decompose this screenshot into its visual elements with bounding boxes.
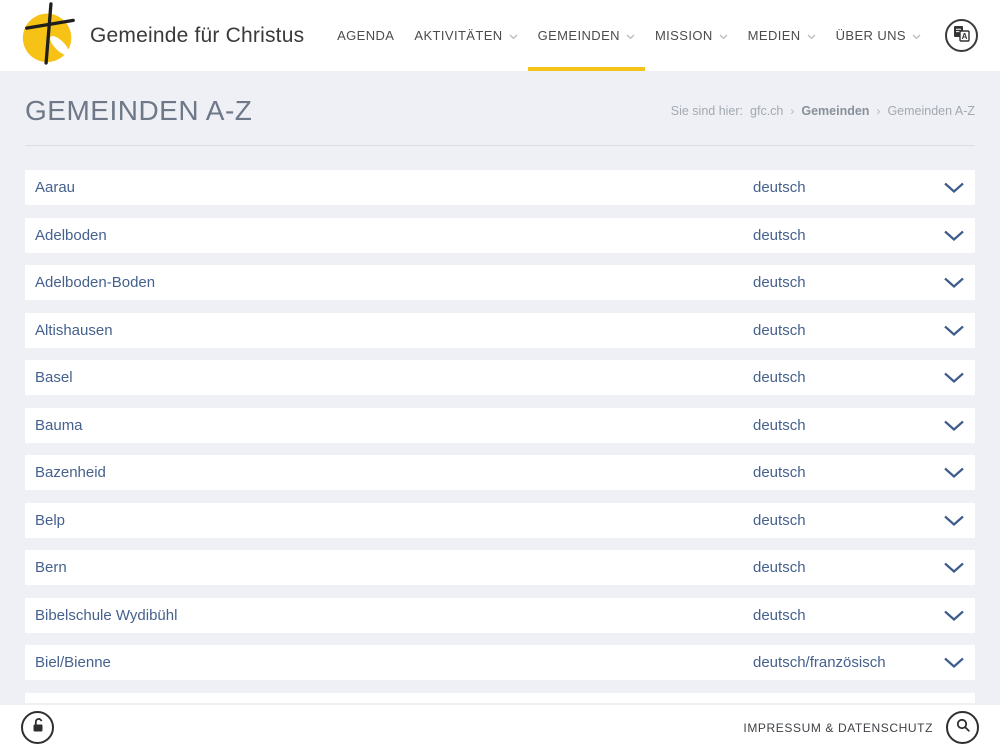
nav-item-label: ÜBER UNS [836, 28, 906, 43]
breadcrumb-link-gemeinden[interactable]: Gemeinden [801, 104, 869, 118]
gemeinde-name: Altishausen [35, 322, 113, 339]
impressum-link[interactable]: IMPRESSUM & DATENSCHUTZ [743, 721, 933, 735]
list-item[interactable]: Altishausen deutsch [25, 313, 975, 348]
gemeinden-list: Aarau deutsch Adelboden deutsch Adelbode… [25, 170, 975, 703]
nav-item-label: MISSION [655, 28, 713, 43]
chevron-down-icon [944, 420, 964, 431]
nav-item-gemeinden[interactable]: GEMEINDEN [528, 0, 645, 71]
nav-item-mission[interactable]: MISSION [645, 0, 738, 71]
gemeinde-language: deutsch [753, 322, 806, 339]
svg-text:A: A [962, 32, 968, 41]
list-item[interactable]: Bibelschule Wydibühl deutsch [25, 598, 975, 633]
chevron-down-icon [626, 34, 635, 40]
breadcrumb-separator: › [876, 104, 880, 118]
nav-item-ueber-uns[interactable]: ÜBER UNS [826, 0, 931, 71]
list-item-partial[interactable] [25, 693, 975, 703]
main-nav: AGENDA AKTIVITÄTEN GEMEINDEN MISSION MED… [327, 0, 978, 71]
gemeinde-name: Bibelschule Wydibühl [35, 607, 177, 624]
gemeinde-name: Bazenheid [35, 464, 106, 481]
gemeinde-language: deutsch [753, 464, 806, 481]
list-item[interactable]: Biel/Bienne deutsch/französisch [25, 645, 975, 680]
gemeinde-language: deutsch [753, 512, 806, 529]
chevron-down-icon [944, 277, 964, 288]
breadcrumb-prefix: Sie sind hier: [671, 104, 743, 118]
list-item[interactable]: Adelboden deutsch [25, 218, 975, 253]
nav-item-agenda[interactable]: AGENDA [327, 0, 404, 71]
gemeinde-language: deutsch [753, 369, 806, 386]
nav-item-medien[interactable]: MEDIEN [738, 0, 826, 71]
gemeinde-name: Bauma [35, 417, 83, 434]
breadcrumb-link-home[interactable]: gfc.ch [750, 104, 783, 118]
gemeinde-language: deutsch [753, 274, 806, 291]
nav-item-label: AKTIVITÄTEN [414, 28, 502, 43]
list-item[interactable]: Bauma deutsch [25, 408, 975, 443]
gemeinde-name: Adelboden [35, 227, 107, 244]
gemeinde-language: deutsch [753, 179, 806, 196]
brand-logo-icon [18, 1, 80, 70]
chevron-down-icon [719, 34, 728, 40]
brand-title: Gemeinde für Christus [90, 24, 304, 48]
main-content: GEMEINDEN A-Z Sie sind hier: gfc.ch › Ge… [0, 95, 1000, 703]
nav-item-aktivitaeten[interactable]: AKTIVITÄTEN [404, 0, 527, 71]
chevron-down-icon [944, 657, 964, 668]
gemeinde-language: deutsch [753, 607, 806, 624]
breadcrumb: Sie sind hier: gfc.ch › Gemeinden › Geme… [671, 104, 975, 118]
nav-item-label: GEMEINDEN [538, 28, 620, 43]
chevron-down-icon [807, 34, 816, 40]
translate-icon: A [953, 25, 970, 47]
brand-logo-link[interactable]: Gemeinde für Christus [18, 1, 304, 70]
gemeinde-name: Bern [35, 559, 67, 576]
breadcrumb-separator: › [790, 104, 794, 118]
search-button[interactable] [946, 711, 979, 744]
list-item[interactable]: Bazenheid deutsch [25, 455, 975, 490]
breadcrumb-current: Gemeinden A-Z [887, 104, 975, 118]
chevron-down-icon [944, 562, 964, 573]
chevron-down-icon [944, 230, 964, 241]
gemeinde-name: Adelboden-Boden [35, 274, 155, 291]
list-item[interactable]: Aarau deutsch [25, 170, 975, 205]
chevron-down-icon [944, 467, 964, 478]
gemeinde-language: deutsch [753, 559, 806, 576]
gemeinde-name: Aarau [35, 179, 75, 196]
gemeinde-name: Biel/Bienne [35, 654, 111, 671]
login-lock-button[interactable] [21, 711, 54, 744]
language-button[interactable]: A [945, 19, 978, 52]
gemeinde-language: deutsch [753, 227, 806, 244]
gemeinde-language: deutsch [753, 417, 806, 434]
page-title: GEMEINDEN A-Z [25, 95, 252, 127]
gemeinde-name: Belp [35, 512, 65, 529]
search-icon [955, 717, 971, 738]
footer: IMPRESSUM & DATENSCHUTZ [0, 705, 1000, 750]
header: Gemeinde für Christus AGENDA AKTIVITÄTEN… [0, 0, 1000, 71]
nav-item-label: AGENDA [337, 28, 394, 43]
chevron-down-icon [944, 325, 964, 336]
list-item[interactable]: Basel deutsch [25, 360, 975, 395]
chevron-down-icon [944, 610, 964, 621]
list-item[interactable]: Bern deutsch [25, 550, 975, 585]
divider [25, 145, 975, 146]
list-item[interactable]: Adelboden-Boden deutsch [25, 265, 975, 300]
open-lock-icon [30, 717, 46, 738]
list-item[interactable]: Belp deutsch [25, 503, 975, 538]
chevron-down-icon [944, 182, 964, 193]
chevron-down-icon [912, 34, 921, 40]
nav-item-label: MEDIEN [748, 28, 801, 43]
gemeinde-name: Basel [35, 369, 73, 386]
chevron-down-icon [509, 34, 518, 40]
chevron-down-icon [944, 515, 964, 526]
gemeinde-language: deutsch/französisch [753, 654, 886, 671]
chevron-down-icon [944, 372, 964, 383]
